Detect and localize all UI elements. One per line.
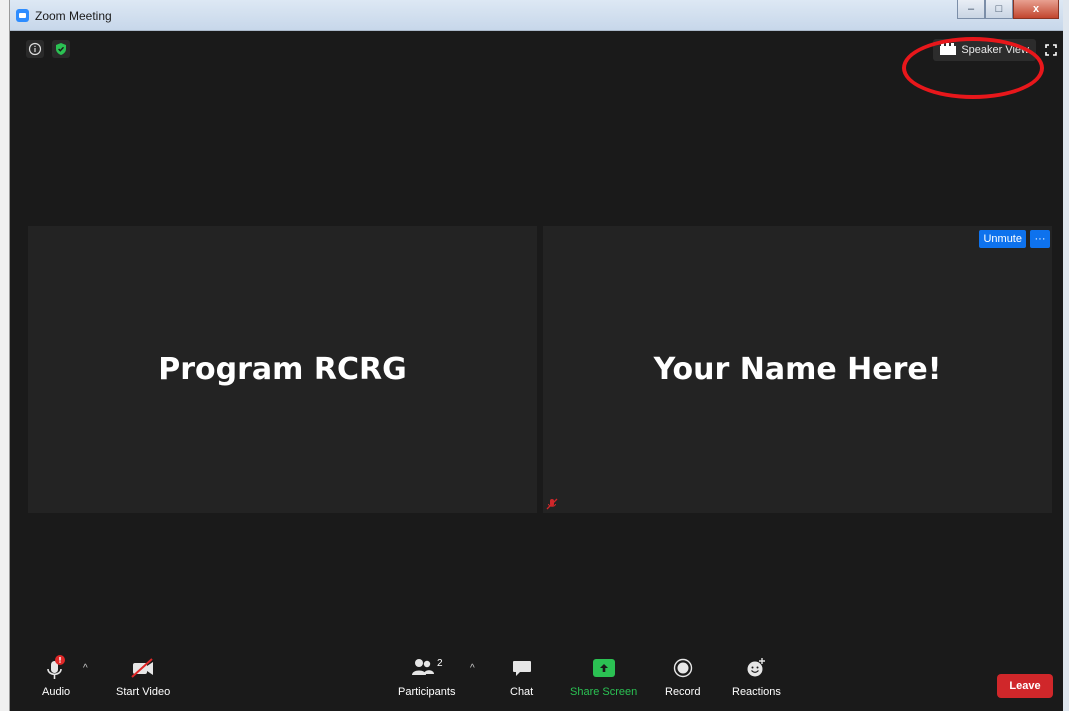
window-controls: – □ x: [957, 0, 1059, 20]
video-tile-self[interactable]: Your Name Here! Unmute ···: [543, 226, 1052, 513]
participants-label: Participants: [398, 686, 456, 698]
start-video-label: Start Video: [116, 686, 171, 698]
desktop-edge-right: [1063, 0, 1069, 711]
record-label: Record: [665, 686, 701, 698]
chat-bubble-icon: [511, 653, 533, 683]
chat-button[interactable]: Chat: [510, 653, 533, 698]
participants-icon: [411, 657, 435, 680]
muted-mic-icon: [545, 497, 559, 511]
desktop-edge-left: [0, 0, 10, 711]
meeting-area: Speaker View Program RCRG Your Name Here…: [10, 31, 1063, 711]
unmute-button[interactable]: Unmute: [979, 230, 1026, 248]
window-title: Zoom Meeting: [35, 9, 112, 23]
gallery-grid-icon: [940, 42, 957, 58]
share-screen-label: Share Screen: [570, 686, 638, 698]
speaker-view-label: Speaker View: [961, 44, 1029, 56]
record-icon: [673, 653, 693, 683]
meeting-toolbar: Audio ^ Start Video 2 Participants ^ Cha…: [10, 649, 1063, 711]
share-screen-icon-wrap: [592, 653, 615, 683]
title-bar[interactable]: Zoom Meeting – □ x: [10, 0, 1063, 31]
audio-button[interactable]: Audio: [42, 653, 70, 698]
maximize-button[interactable]: □: [985, 0, 1013, 19]
zoom-window: Zoom Meeting – □ x Speaker View Program …: [10, 0, 1063, 711]
participant-name: Your Name Here!: [653, 352, 942, 387]
fullscreen-icon[interactable]: [1045, 43, 1057, 56]
speaker-view-button[interactable]: Speaker View: [933, 39, 1036, 61]
audio-options-chevron-up-icon[interactable]: ^: [83, 663, 88, 674]
info-icon[interactable]: [26, 40, 44, 58]
video-tile-program-rcrg[interactable]: Program RCRG: [28, 226, 537, 513]
more-options-button[interactable]: ···: [1030, 230, 1050, 248]
close-button[interactable]: x: [1013, 0, 1059, 19]
reactions-button[interactable]: Reactions: [732, 653, 781, 698]
leave-button[interactable]: Leave: [997, 674, 1053, 698]
zoom-app-icon: [16, 9, 29, 22]
participants-button[interactable]: 2 Participants: [398, 653, 455, 698]
reactions-label: Reactions: [732, 686, 781, 698]
share-screen-button[interactable]: Share Screen: [570, 653, 637, 698]
participants-count: 2: [436, 658, 443, 669]
chat-label: Chat: [510, 686, 534, 698]
record-button[interactable]: Record: [665, 653, 700, 698]
audio-label: Audio: [42, 686, 71, 698]
share-screen-arrow-up-icon: [592, 659, 615, 677]
minimize-button[interactable]: –: [957, 0, 985, 19]
top-left-icons: [26, 40, 70, 58]
participants-options-chevron-up-icon[interactable]: ^: [470, 663, 475, 674]
start-video-button[interactable]: Start Video: [116, 653, 170, 698]
video-off-icon: [130, 653, 156, 683]
microphone-icon: [43, 653, 69, 683]
participant-name: Program RCRG: [158, 352, 407, 387]
shield-icon[interactable]: [52, 40, 70, 58]
emoji-plus-icon: [745, 653, 767, 683]
participants-icon-wrap: 2: [411, 653, 443, 683]
